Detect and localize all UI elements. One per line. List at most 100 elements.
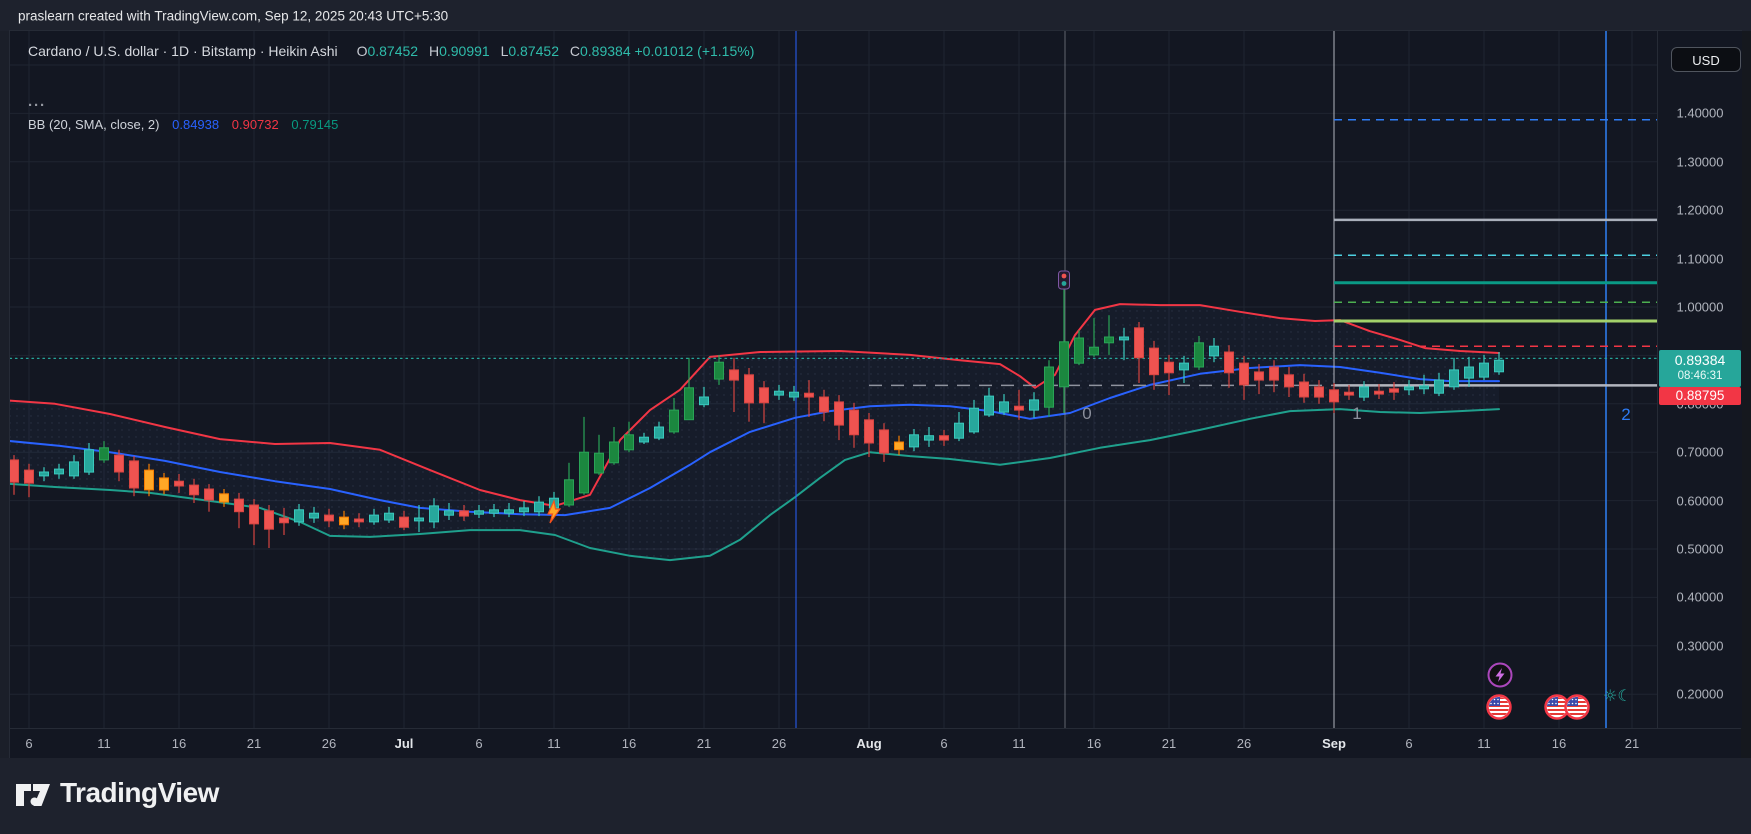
traffic-light-icon (1058, 270, 1070, 290)
candle (834, 401, 844, 426)
tradingview-logo-icon[interactable] (14, 778, 52, 812)
candle (504, 509, 514, 514)
ohlc-values: O0.87452 H0.90991 L0.87452 C0.89384 +0.0… (350, 43, 755, 59)
candle (534, 501, 544, 513)
candle (969, 407, 979, 433)
candle (819, 396, 829, 413)
wave-label[interactable]: 2 (1621, 405, 1630, 424)
candle (1239, 362, 1249, 386)
currency-button[interactable]: USD (1671, 47, 1741, 72)
candle (309, 512, 319, 519)
time-axis-label: 21 (696, 736, 712, 751)
candle (1434, 379, 1444, 394)
candle (174, 480, 184, 487)
price-axis-label: 0.20000 (1676, 686, 1724, 702)
time-axis[interactable]: 6 11 16 21 26 Jul 6 11 16 21 26 Aug 6 11 16 21 26 Sep 6 11 1… (10, 728, 1741, 759)
candle (1389, 388, 1399, 393)
candle (99, 447, 109, 461)
wave-label[interactable]: 1 (1352, 404, 1361, 423)
bolt-circle-icon (1487, 662, 1513, 688)
candle (684, 387, 694, 421)
price-axis-label: 1.30000 (1676, 154, 1724, 170)
time-axis-label: 16 (1086, 736, 1102, 751)
candle (414, 517, 424, 522)
price-axis-label: 1.20000 (1676, 202, 1724, 218)
chart-plot-area[interactable]: 0 1 2 ☼☾ (10, 31, 1657, 728)
candle (699, 396, 709, 406)
time-axis-label: 11 (97, 736, 111, 751)
candle (339, 516, 349, 526)
time-axis-label: 6 (475, 736, 483, 751)
time-axis-label: 21 (1624, 736, 1640, 751)
candle (399, 516, 409, 528)
candle (999, 401, 1009, 413)
time-axis-label: 6 (1405, 736, 1413, 751)
time-axis-label: 11 (547, 736, 561, 751)
bb-basis-value: 0.84938 (172, 117, 220, 132)
current-price-value: 0.89384 (1674, 352, 1726, 368)
chart-legend: Cardano / U.S. dollar · 1D · Bitstamp · … (28, 43, 754, 59)
candle (1059, 341, 1069, 388)
low-value: 0.87452 (508, 43, 559, 59)
candle (594, 452, 604, 474)
candle (714, 361, 724, 380)
price-axis-label: 0.50000 (1676, 541, 1724, 557)
close-label: C (569, 43, 580, 59)
time-axis-label: 6 (940, 736, 948, 751)
candle (1044, 366, 1054, 408)
candle (459, 510, 469, 517)
time-axis-label: 11 (1012, 736, 1026, 751)
price-axis-label: 0.40000 (1676, 589, 1724, 605)
bb-indicator-row: BB (20, SMA, close, 2) 0.84938 0.90732 0… (28, 117, 338, 132)
symbol-title[interactable]: Cardano / U.S. dollar · 1D · Bitstamp · … (28, 43, 338, 59)
high-value: 0.90991 (439, 43, 490, 59)
candle (1014, 405, 1024, 411)
candle (1149, 347, 1159, 376)
candle (1254, 371, 1264, 381)
candle (894, 441, 904, 451)
candle (954, 422, 964, 439)
close-value: 0.89384 (580, 43, 631, 59)
price-axis-label: 0.30000 (1676, 638, 1724, 654)
change-value: +0.01012 (+1.15%) (634, 43, 755, 59)
candle (669, 409, 679, 433)
candle (84, 449, 94, 473)
us-flag-event-icon (1486, 694, 1512, 720)
indicator-more-button[interactable]: ··· (28, 97, 46, 114)
candle (249, 504, 259, 525)
time-axis-label: Sep (1322, 736, 1346, 751)
candle (1344, 391, 1354, 396)
wave-label[interactable]: 0 (1082, 404, 1091, 423)
candle (1464, 366, 1474, 379)
tradingview-logo-text[interactable]: TradingView (60, 777, 219, 809)
page: { "attribution": {"text": "praslearn cre… (0, 0, 1751, 834)
candle (1359, 386, 1369, 398)
candle (1224, 351, 1234, 374)
candle (1299, 381, 1309, 398)
candle (10, 459, 19, 483)
candle (1164, 361, 1174, 374)
candle (114, 454, 124, 473)
candle (369, 514, 379, 523)
candle (939, 435, 949, 441)
bb-indicator-label[interactable]: BB (20, SMA, close, 2) (28, 117, 160, 132)
chart-widget: 0 1 2 ☼☾ Cardano / U.S. dollar · 1D · Bitst… (10, 31, 1742, 759)
candle (984, 395, 994, 416)
time-axis-label: 16 (171, 736, 187, 751)
time-axis-label: 26 (1236, 736, 1252, 751)
candle (1179, 362, 1189, 371)
candle (1134, 327, 1144, 359)
candle (639, 436, 649, 443)
candle (1194, 342, 1204, 368)
price-axis[interactable]: 0.20000 0.30000 0.40000 0.50000 0.60000 0.700… (1657, 31, 1742, 728)
open-label: O (356, 43, 368, 59)
candle (69, 461, 79, 477)
time-axis-label: Aug (856, 736, 882, 751)
candle (654, 426, 664, 439)
candle (1329, 389, 1339, 403)
candle (744, 374, 754, 404)
price-axis-label: 1.10000 (1676, 251, 1724, 267)
bar-countdown: 08:46:31 (1677, 370, 1723, 382)
candle (474, 510, 484, 515)
candle (1479, 362, 1489, 378)
